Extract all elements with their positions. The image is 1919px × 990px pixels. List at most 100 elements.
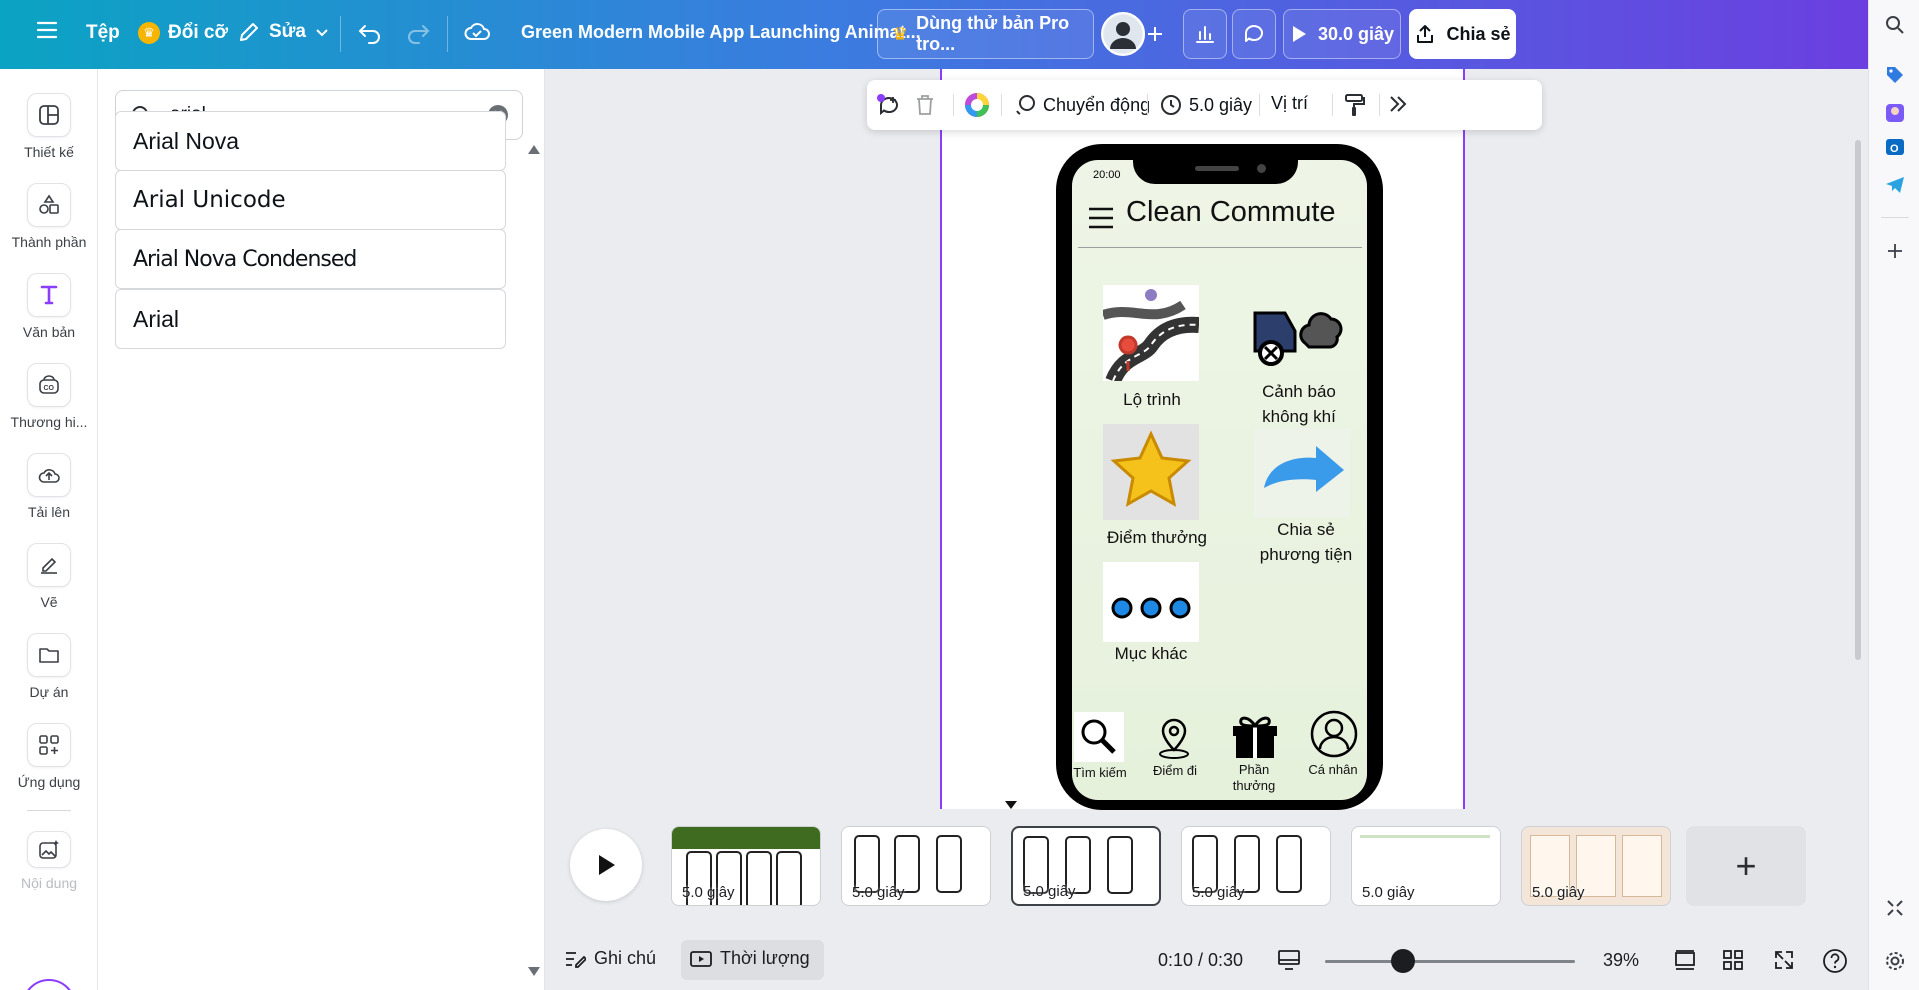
- magic-assistant-button[interactable]: [22, 979, 76, 990]
- delete-button[interactable]: [913, 92, 937, 118]
- help-button[interactable]: [1822, 948, 1848, 974]
- rail-item-draw[interactable]: Vẽ: [0, 543, 98, 610]
- rail-item-label: Vẽ: [40, 594, 58, 610]
- page-thumbnail-6[interactable]: 5.0 giây: [1521, 826, 1671, 906]
- page-thumbnail-4[interactable]: 5.0 giây: [1181, 826, 1331, 906]
- font-option[interactable]: Arial: [115, 289, 506, 349]
- app-menu-icon[interactable]: [1088, 206, 1114, 230]
- rail-item-uploads[interactable]: Tải lên: [0, 453, 98, 520]
- font-option[interactable]: Arial Nova: [115, 111, 506, 171]
- svg-text:O: O: [1890, 143, 1899, 155]
- gift-icon[interactable]: [1228, 708, 1282, 762]
- user-avatar-icon: [1104, 15, 1142, 53]
- scroll-down-arrow[interactable]: [528, 967, 540, 976]
- right-rail-add[interactable]: [1882, 238, 1908, 264]
- right-rail-app-1[interactable]: [1882, 100, 1908, 126]
- invite-button[interactable]: [1143, 22, 1167, 46]
- right-rail-tag[interactable]: [1882, 62, 1908, 88]
- add-page-button[interactable]: +: [1686, 826, 1806, 906]
- add-comment-button[interactable]: [875, 92, 903, 120]
- font-option-label: Arial Unicode: [133, 187, 286, 213]
- playhead-marker[interactable]: [1005, 801, 1017, 809]
- zoom-percent[interactable]: 39%: [1603, 950, 1639, 971]
- rail-item-text[interactable]: Văn bản: [0, 273, 98, 340]
- rail-item-magic-media[interactable]: Nội dung: [0, 831, 98, 891]
- duration-button[interactable]: 5.0 giây: [1159, 93, 1252, 117]
- timeline-play-button[interactable]: [570, 829, 642, 901]
- folder-icon: [27, 633, 71, 677]
- copy-style-button[interactable]: [1342, 92, 1366, 118]
- grid-view-button[interactable]: [1722, 949, 1744, 971]
- try-pro-button[interactable]: ♛ Dùng thử bản Pro tro...: [877, 9, 1094, 59]
- redo-button[interactable]: [405, 21, 431, 45]
- zoom-slider-track[interactable]: [1325, 960, 1575, 963]
- fullscreen-button[interactable]: [1773, 949, 1795, 971]
- nav-label-rewards: Phần thưởng: [1232, 762, 1276, 793]
- right-rail-search[interactable]: [1882, 12, 1908, 38]
- insights-button[interactable]: [1183, 9, 1227, 59]
- file-menu-button[interactable]: Tệp: [86, 22, 120, 44]
- notes-button[interactable]: Ghi chú: [564, 948, 656, 969]
- font-option-label: Arial Nova Condensed: [133, 246, 357, 272]
- page-thumbnail-2[interactable]: 5.0 giây: [841, 826, 991, 906]
- font-option[interactable]: Arial Unicode: [115, 170, 506, 230]
- undo-button[interactable]: [357, 21, 383, 45]
- right-rail-hide[interactable]: [1882, 895, 1908, 921]
- plus-icon: +: [1735, 845, 1757, 886]
- page-thumbnail-5[interactable]: 5.0 giây: [1351, 826, 1501, 906]
- right-rail-settings[interactable]: [1882, 948, 1908, 974]
- position-button[interactable]: Vị trí: [1271, 93, 1308, 114]
- duration-button[interactable]: Thời lượng: [690, 948, 810, 969]
- zoom-slider-handle[interactable]: [1391, 949, 1415, 973]
- fit-view-button[interactable]: [1277, 949, 1301, 971]
- share-button[interactable]: Chia sẻ: [1409, 9, 1516, 59]
- page-thumbnail-3[interactable]: 5.0 giây: [1011, 826, 1161, 906]
- thumbnail-duration: 5.0 giây: [1192, 884, 1245, 901]
- present-button[interactable]: 30.0 giây: [1283, 9, 1401, 59]
- avatar[interactable]: [1101, 12, 1145, 56]
- undo-icon: [358, 25, 380, 44]
- page-view-button[interactable]: [1673, 949, 1697, 971]
- right-rail-telegram[interactable]: [1882, 172, 1908, 198]
- expand-icon: [1775, 951, 1793, 969]
- animate-button[interactable]: Chuyển động: [1013, 93, 1150, 117]
- resize-button[interactable]: ♛ Đổi cỡ: [138, 22, 228, 44]
- share-arrow-icon[interactable]: [1254, 428, 1350, 518]
- right-rail-outlook[interactable]: O: [1882, 134, 1908, 160]
- font-option[interactable]: Arial Nova Condensed: [115, 229, 506, 289]
- more-dots-icon[interactable]: [1103, 562, 1199, 642]
- time-readout-text: 0:10 / 0:30: [1158, 950, 1244, 970]
- rail-item-design[interactable]: Thiết kế: [0, 93, 98, 160]
- car-smoke-icon[interactable]: [1253, 293, 1343, 369]
- scroll-up-arrow[interactable]: [528, 145, 540, 154]
- more-tools-button[interactable]: [1387, 93, 1409, 115]
- crown-icon: ♛: [138, 22, 160, 44]
- star-reward-icon[interactable]: [1103, 424, 1199, 520]
- location-pin-icon[interactable]: [1149, 712, 1199, 762]
- rail-item-brand[interactable]: CO Thương hi...: [0, 363, 98, 430]
- top-bar: Tệp ♛ Đổi cỡ Sửa Green Modern Mobile App…: [0, 0, 1868, 69]
- search-nav-icon[interactable]: [1074, 712, 1124, 762]
- edit-menu-button[interactable]: Sửa: [237, 20, 330, 44]
- rail-item-elements[interactable]: Thành phần: [0, 183, 98, 250]
- comment-icon: [1245, 25, 1263, 42]
- comments-button[interactable]: [1232, 9, 1276, 59]
- share-label: Chia sẻ: [1446, 23, 1511, 44]
- canvas-scrollbar[interactable]: [1855, 140, 1861, 660]
- rail-item-projects[interactable]: Dự án: [0, 633, 98, 700]
- rail-item-apps[interactable]: Ứng dụng: [0, 723, 98, 790]
- right-rail: O: [1868, 0, 1919, 990]
- menu-label-ride-share: Chia sẻ phương tiện: [1259, 520, 1353, 564]
- character-app-icon: [1886, 104, 1904, 122]
- page-thumbnail-1[interactable]: 5.0 giây: [671, 826, 821, 906]
- color-button[interactable]: [963, 91, 991, 119]
- profile-icon[interactable]: [1309, 709, 1359, 759]
- route-map-icon[interactable]: [1101, 285, 1200, 385]
- cloud-save-button[interactable]: [463, 20, 491, 44]
- position-label: Vị trí: [1271, 93, 1309, 113]
- document-title[interactable]: Green Modern Mobile App Launching Animat…: [521, 22, 921, 43]
- thumbnail-duration: 5.0 giây: [682, 884, 735, 901]
- menu-label-points: Điểm thưởng: [1106, 528, 1207, 547]
- main-menu-button[interactable]: [36, 20, 58, 40]
- clock-icon: [1161, 95, 1181, 115]
